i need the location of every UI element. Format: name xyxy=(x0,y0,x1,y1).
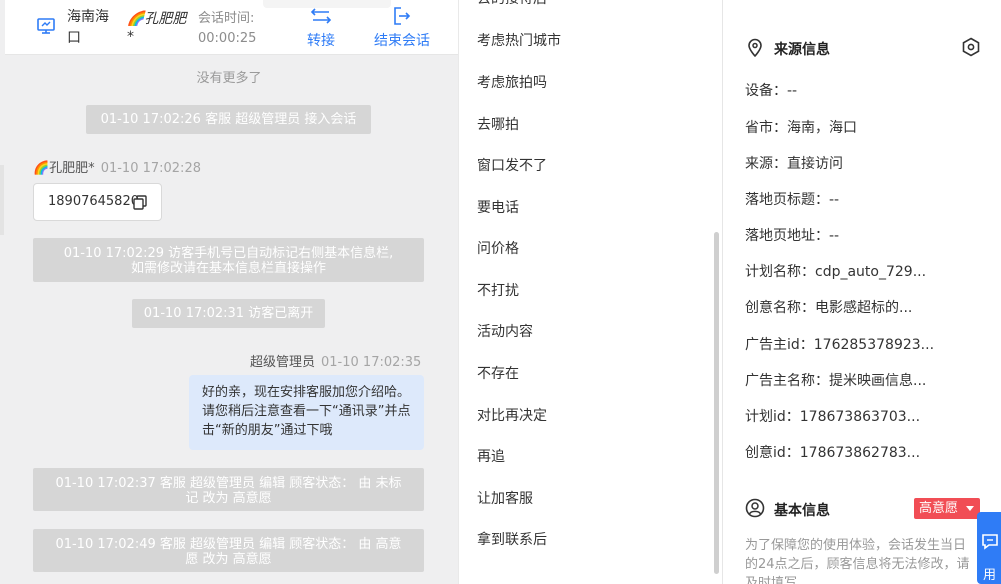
edit-notice: 为了保障您的使用体验，会话发生当日的24点之后，顾客信息将无法修改，请及时填写 xyxy=(745,538,970,584)
copy-icon[interactable] xyxy=(132,194,148,210)
basic-info-title: 基本信息 xyxy=(774,503,830,519)
settings-hex-icon[interactable] xyxy=(961,37,981,57)
info-plan-id: 计划id：178673863703... xyxy=(745,409,921,425)
quick-reply-item[interactable]: 要电话 xyxy=(477,197,519,217)
visitor-sender-name: 🌈孔肥肥* xyxy=(33,161,95,176)
system-message-line: 记 改为 高意愿 xyxy=(185,491,272,506)
info-creative-name: 创意名称：电影感超标的... xyxy=(745,300,913,316)
chat-edge-tab xyxy=(0,165,4,235)
quick-reply-item[interactable]: 再追 xyxy=(477,446,505,466)
quick-reply-item[interactable]: 拿到联系后 xyxy=(477,529,547,549)
info-landing-url: 落地页地址：-- xyxy=(745,228,840,244)
info-panel: 来源信息 设备：-- 省市：海南，海口 来源：直接访问 落地页标题：-- 落地页… xyxy=(722,0,1001,584)
quick-reply-item[interactable]: 对比再决定 xyxy=(477,405,547,425)
agent-sender-name: 超级管理员 xyxy=(250,355,316,370)
quick-reply-item[interactable]: 考虑旅拍吗 xyxy=(477,72,547,92)
intent-status-label: 高意愿 xyxy=(919,501,959,516)
info-device: 设备：-- xyxy=(745,83,798,99)
info-plan-name: 计划名称：cdp_auto_729... xyxy=(745,264,927,280)
session-time-value: 00:00:25 xyxy=(198,31,257,46)
chat-icon xyxy=(982,534,998,550)
quick-reply-scrollbar[interactable] xyxy=(714,232,719,574)
system-message-edit: 01-10 17:02:37 客服 超级管理员 编辑 顾客状态： 由 未标 记 … xyxy=(33,468,424,511)
system-message-line: 01-10 17:02:49 客服 超级管理员 编辑 顾客状态： 由 高意 xyxy=(55,537,402,552)
system-message-line: 01-10 17:02:37 客服 超级管理员 编辑 顾客状态： 由 未标 xyxy=(55,476,402,491)
source-info-title: 来源信息 xyxy=(774,42,830,58)
person-circle-icon xyxy=(745,498,765,518)
info-creative-id: 创意id：178673862783... xyxy=(745,445,921,461)
system-message-join: 01-10 17:02:26 客服 超级管理员 接入会话 xyxy=(86,105,371,134)
system-message-phone: 01-10 17:02:29 访客手机号已自动标记右侧基本信息栏, 如需修改请在… xyxy=(33,238,424,282)
system-message-line: 如需修改请在基本信息栏直接操作 xyxy=(130,261,326,276)
visitor-phone-bubble: 18907645820 xyxy=(33,183,162,221)
float-button-label: 用 xyxy=(983,568,997,583)
agent-sender-row: 超级管理员 01-10 17:02:35 xyxy=(250,351,421,370)
monitor-icon xyxy=(37,18,55,34)
quick-reply-panel: 去的接待后 考虑热门城市 考虑旅拍吗 去哪拍 窗口发不了 要电话 问价格 不打扰… xyxy=(458,0,722,584)
agent-message-text: 好的亲，现在安排客服加您介绍哈。请您稍后注意查看一下“通讯录”并点击“新的朋友”… xyxy=(202,385,411,438)
chat-panel: 海南海口 🌈孔肥肥* 会话时间: 00:00:25 转接 结束会话 没有更多了 … xyxy=(0,0,458,584)
no-more-text: 没有更多了 xyxy=(196,71,262,86)
visitor-phone-text: 18907645820 xyxy=(48,194,139,209)
transfer-label: 转接 xyxy=(307,33,335,49)
info-province: 省市：海南，海口 xyxy=(745,120,857,136)
session-time-label: 会话时间: xyxy=(198,11,255,26)
visitor-location: 海南海口 xyxy=(67,9,109,46)
quick-reply-item[interactable]: 去的接待后 xyxy=(477,0,547,8)
intent-status-dropdown[interactable]: 高意愿 xyxy=(914,498,980,519)
system-message-line: 01-10 17:02:29 访客手机号已自动标记右侧基本信息栏, xyxy=(63,246,394,261)
quick-reply-item[interactable]: 活动内容 xyxy=(477,321,533,341)
visitor-sender-row: 🌈孔肥肥* 01-10 17:02:28 xyxy=(33,157,201,176)
info-advertiser-name: 广告主名称：提米映画信息... xyxy=(745,373,927,389)
system-message-text: 01-10 17:02:26 客服 超级管理员 接入会话 xyxy=(100,112,357,127)
float-chat-button[interactable]: 用 xyxy=(977,512,1001,584)
quick-reply-item[interactable]: 不存在 xyxy=(477,363,519,383)
location-pin-icon xyxy=(748,38,762,58)
quick-reply-item[interactable]: 考虑热门城市 xyxy=(477,30,561,50)
quick-reply-item[interactable]: 去哪拍 xyxy=(477,114,519,134)
chat-header: 海南海口 🌈孔肥肥* 会话时间: 00:00:25 转接 结束会话 xyxy=(5,0,458,55)
info-source: 来源：直接访问 xyxy=(745,156,843,172)
info-advertiser-id: 广告主id：176285378923... xyxy=(745,337,935,353)
quick-reply-item[interactable]: 问价格 xyxy=(477,238,519,258)
end-session-label: 结束会话 xyxy=(374,33,430,49)
system-message-left: 01-10 17:02:31 访客已离开 xyxy=(132,299,325,328)
system-message-text: 01-10 17:02:31 访客已离开 xyxy=(143,306,314,321)
system-message-line: 愿 改为 高意愿 xyxy=(185,552,272,567)
quick-reply-item[interactable]: 让加客服 xyxy=(477,488,533,508)
transfer-icon xyxy=(310,8,332,24)
info-landing-title: 落地页标题：-- xyxy=(745,192,840,208)
caret-down-icon xyxy=(966,506,974,511)
system-message-edit: 01-10 17:02:49 客服 超级管理员 编辑 顾客状态： 由 高意 愿 … xyxy=(33,529,424,572)
app-root: 海南海口 🌈孔肥肥* 会话时间: 00:00:25 转接 结束会话 没有更多了 … xyxy=(0,0,1001,584)
quick-reply-item[interactable]: 不打扰 xyxy=(477,280,519,300)
agent-message-time: 01-10 17:02:35 xyxy=(321,355,422,370)
transfer-button[interactable]: 转接 xyxy=(301,4,341,50)
logout-icon xyxy=(394,7,411,25)
end-session-button[interactable]: 结束会话 xyxy=(367,4,437,50)
visitor-name: 🌈孔肥肥* xyxy=(127,11,187,45)
agent-message-bubble: 好的亲，现在安排客服加您介绍哈。请您稍后注意查看一下“通讯录”并点击“新的朋友”… xyxy=(189,375,424,450)
visitor-message-time: 01-10 17:02:28 xyxy=(100,161,201,176)
quick-reply-item[interactable]: 窗口发不了 xyxy=(477,155,547,175)
